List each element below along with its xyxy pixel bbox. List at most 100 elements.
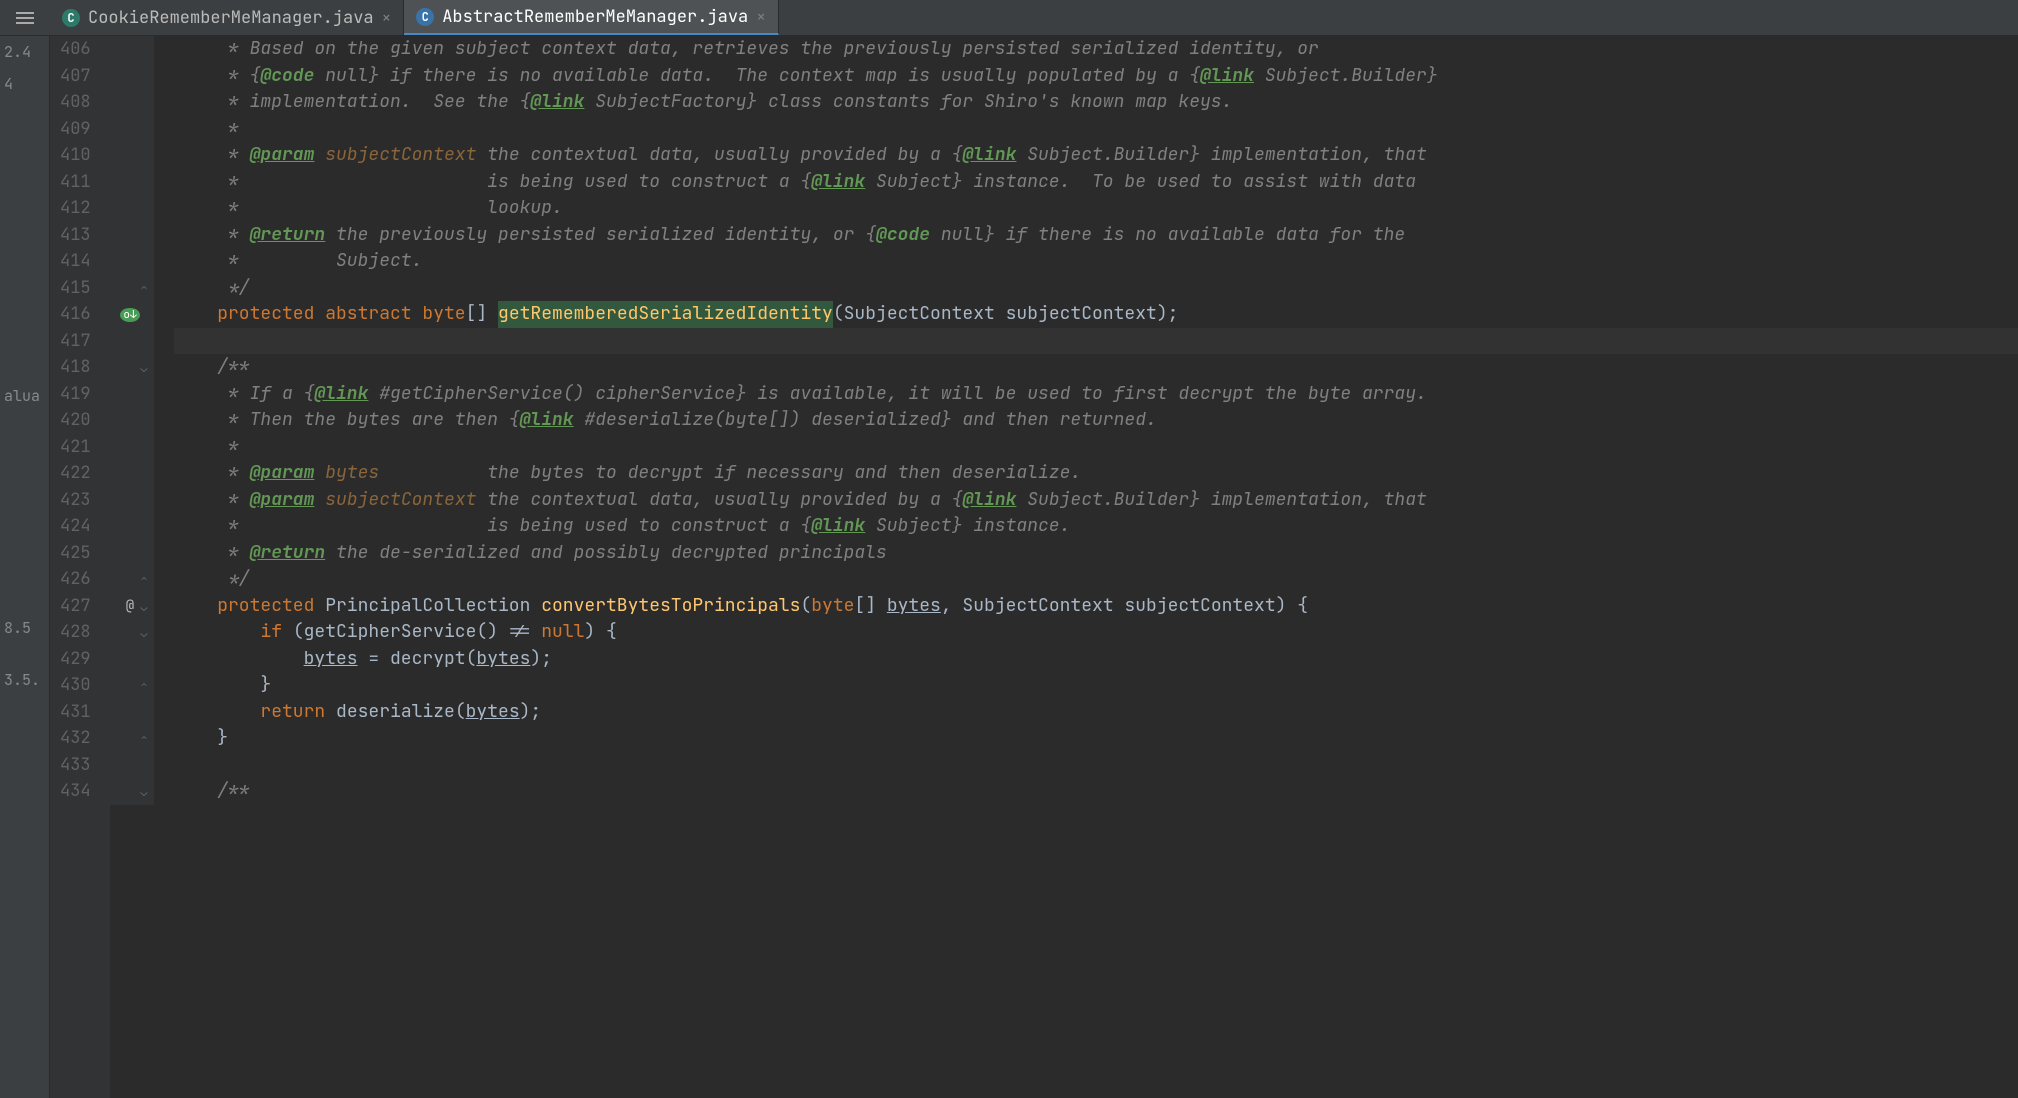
- code-token: @return: [250, 540, 326, 567]
- code-line[interactable]: protected PrincipalCollection convertByt…: [174, 593, 2018, 620]
- code-token: the previously persisted serialized iden…: [325, 222, 876, 249]
- code-token: #deserialize(byte[]) deserialized} and t…: [574, 407, 1157, 434]
- code-line[interactable]: * Then the bytes are then {@link #deseri…: [174, 407, 2018, 434]
- code-line[interactable]: * Subject.: [174, 248, 2018, 275]
- code-line[interactable]: return deserialize(bytes);: [174, 699, 2018, 726]
- code-token: *: [174, 222, 250, 249]
- code-area[interactable]: * Based on the given subject context dat…: [154, 36, 2018, 1098]
- code-line[interactable]: if (getCipherService() != null) {: [174, 619, 2018, 646]
- code-line[interactable]: */: [174, 566, 2018, 593]
- line-number: 426: [60, 566, 100, 593]
- code-token: null} if there is no available data. The…: [314, 63, 1200, 90]
- code-token: #getCipherService() cipherService} is av…: [368, 381, 1426, 408]
- code-line[interactable]: protected abstract byte[] getRememberedS…: [174, 301, 2018, 328]
- line-number: 406: [60, 36, 100, 63]
- code-line[interactable]: *: [174, 116, 2018, 143]
- code-token: PrincipalCollection: [325, 593, 541, 620]
- tab-abstract[interactable]: C AbstractRememberMeManager.java ×: [404, 0, 779, 35]
- left-tool-strip: 2.4 4 alua 8.5 3.5.: [0, 36, 50, 1098]
- code-line[interactable]: */: [174, 275, 2018, 302]
- code-token: [174, 699, 260, 726]
- code-token: @link: [811, 169, 865, 196]
- line-number: 416: [60, 301, 100, 328]
- code-line[interactable]: /**: [174, 354, 2018, 381]
- close-icon[interactable]: ×: [756, 6, 766, 27]
- strip-label: alua: [0, 380, 49, 412]
- code-line[interactable]: /**: [174, 778, 2018, 805]
- code-token: @link: [811, 513, 865, 540]
- code-token: @link: [962, 487, 1016, 514]
- line-number: 417: [60, 328, 100, 355]
- code-token: * If a {: [174, 381, 314, 408]
- fold-icon[interactable]: ⌃: [138, 572, 150, 584]
- fold-icon[interactable]: ⌃: [138, 731, 150, 743]
- code-token: @link: [314, 381, 368, 408]
- code-token: *: [174, 540, 250, 567]
- code-line[interactable]: * If a {@link #getCipherService() cipher…: [174, 381, 2018, 408]
- code-token: *: [174, 116, 239, 143]
- line-number: 414: [60, 248, 100, 275]
- code-line[interactable]: * is being used to construct a {@link Su…: [174, 513, 2018, 540]
- annotation-gutter-icon[interactable]: @: [120, 597, 140, 615]
- code-token: bytes: [476, 646, 530, 673]
- fold-icon[interactable]: ⌃: [138, 678, 150, 690]
- code-line[interactable]: * implementation. See the {@link Subject…: [174, 89, 2018, 116]
- code-token: bytes: [325, 460, 379, 487]
- line-number: 433: [60, 752, 100, 779]
- code-token: [174, 646, 304, 673]
- line-number: 418: [60, 354, 100, 381]
- fold-icon[interactable]: ⌄: [138, 360, 150, 372]
- fold-icon[interactable]: ⌄: [138, 784, 150, 796]
- code-token: *: [174, 487, 250, 514]
- editor[interactable]: 4064074084094104114124134144154164174184…: [50, 36, 2018, 1098]
- tab-label: CookieRememberMeManager.java: [88, 7, 374, 29]
- code-token: the contextual data, usually provided by…: [476, 487, 962, 514]
- code-token: @param: [250, 142, 315, 169]
- code-line[interactable]: [174, 328, 2018, 355]
- code-token: ) {: [584, 619, 616, 646]
- code-line[interactable]: * is being used to construct a {@link Su…: [174, 169, 2018, 196]
- line-number: 412: [60, 195, 100, 222]
- code-line[interactable]: * @return the previously persisted seria…: [174, 222, 2018, 249]
- line-number: 425: [60, 540, 100, 567]
- code-line[interactable]: *: [174, 434, 2018, 461]
- line-number: 421: [60, 434, 100, 461]
- code-line[interactable]: * {@code null} if there is no available …: [174, 63, 2018, 90]
- line-number-gutter: 4064074084094104114124134144154164174184…: [50, 36, 110, 1098]
- code-line[interactable]: * Based on the given subject context dat…: [174, 36, 2018, 63]
- tab-bar: C CookieRememberMeManager.java × C Abstr…: [0, 0, 2018, 36]
- code-token: getRememberedSerializedIdentity: [498, 301, 833, 328]
- tab-cookie[interactable]: C CookieRememberMeManager.java ×: [50, 0, 404, 35]
- code-line[interactable]: * @param subjectContext the contextual d…: [174, 487, 2018, 514]
- code-line[interactable]: }: [174, 725, 2018, 752]
- code-line[interactable]: bytes = decrypt(bytes);: [174, 646, 2018, 673]
- code-token: if: [260, 619, 292, 646]
- close-icon[interactable]: ×: [382, 7, 392, 28]
- java-class-icon: C: [416, 8, 434, 26]
- fold-icon[interactable]: ⌄: [138, 625, 150, 637]
- menu-icon[interactable]: [0, 0, 50, 36]
- code-line[interactable]: }: [174, 672, 2018, 699]
- code-token: byte: [811, 593, 854, 620]
- code-token: Based on the given subject context data,…: [250, 36, 1319, 63]
- fold-icon[interactable]: ⌄: [138, 599, 150, 611]
- code-line[interactable]: * @param bytes the bytes to decrypt if n…: [174, 460, 2018, 487]
- code-token: @param: [250, 487, 315, 514]
- code-token: deserialize(: [336, 699, 466, 726]
- code-line[interactable]: * @return the de-serialized and possibly…: [174, 540, 2018, 567]
- code-token: protected abstract: [217, 301, 422, 328]
- line-number: 413: [60, 222, 100, 249]
- code-line[interactable]: [174, 752, 2018, 779]
- code-token: the de-serialized and possibly decrypted…: [325, 540, 887, 567]
- line-number: 434: [60, 778, 100, 805]
- code-line[interactable]: * @param subjectContext the contextual d…: [174, 142, 2018, 169]
- override-gutter-icon[interactable]: o↓: [120, 305, 140, 323]
- line-number: 410: [60, 142, 100, 169]
- line-number: 411: [60, 169, 100, 196]
- code-token: );: [530, 646, 552, 673]
- code-token: *: [174, 460, 250, 487]
- marker-gutter: ⌃o↓⌄⌃@⌄⌄⌃⌃⌄: [110, 36, 154, 805]
- code-token: * Then the bytes are then {: [174, 407, 520, 434]
- code-line[interactable]: * lookup.: [174, 195, 2018, 222]
- fold-icon[interactable]: ⌃: [138, 281, 150, 293]
